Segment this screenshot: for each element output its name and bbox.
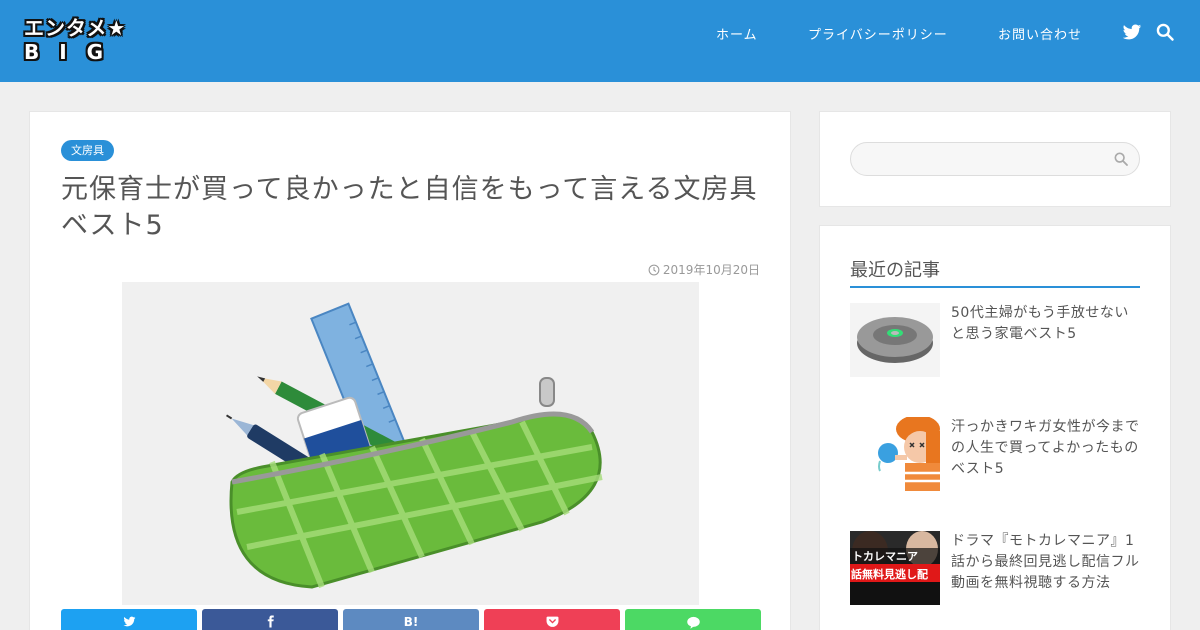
nav-item-contact[interactable]: お問い合わせ [998,24,1082,43]
facebook-icon [267,615,274,628]
pencil-case-illustration [122,282,699,605]
recent-post-item[interactable]: 50代主婦がもう手放せないと思う家電ベスト5 [850,303,1140,383]
search-icon[interactable] [1113,151,1129,167]
recent-post-item[interactable]: トカレマニア 話無料見逃し配 ドラマ『モトカレマニア』1話から最終回見逃し配信フ… [850,531,1140,611]
category-badge[interactable]: 文房具 [61,140,114,161]
eyecatch-image [122,282,699,605]
post-title: 50代主婦がもう手放せないと思う家電ベスト5 [951,305,1129,342]
date-text: 2019年10月20日 [662,263,760,277]
share-buttons: B! [61,609,761,630]
twitter-icon[interactable] [1122,22,1142,42]
article-title: 元保育士が買って良かったと自信をもって言える文房具ベスト5 [61,174,758,241]
clock-icon [648,264,660,275]
recent-posts-title: 最近の記事 [850,256,1140,288]
recent-posts-widget: 最近の記事 50代主婦がもう手放せないと思う家電ベスト5 汗っかきワキガ女性が今… [819,225,1171,630]
post-thumbnail [850,417,940,491]
nav-item-privacy[interactable]: プライバシーポリシー [808,24,948,43]
search-box [850,142,1140,176]
thumb-text-1: トカレマニア [852,550,918,563]
logo-line-1: エンタメ★ [24,16,127,40]
share-facebook-button[interactable] [202,609,338,630]
article-card: 文房具 元保育士が買って良かったと自信をもって言える文房具ベスト5 2019年1… [29,111,791,630]
post-title: ドラマ『モトカレマニア』1話から最終回見逃し配信フル動画を無料視聴する方法 [951,533,1140,591]
post-thumbnail [850,303,940,377]
nav-item-home[interactable]: ホーム [716,24,758,43]
pocket-icon [546,616,558,627]
twitter-icon [123,616,135,627]
search-input[interactable] [865,149,1105,169]
hatena-label: B! [403,615,419,629]
thumb-text-2: 話無料見逃し配 [851,567,928,581]
article-date: 2019年10月20日 [648,261,760,278]
share-pocket-button[interactable] [484,609,620,630]
sweating-woman-illustration [850,417,940,491]
line-icon [686,616,700,629]
share-line-button[interactable] [625,609,761,630]
post-title: 汗っかきワキガ女性が今までの人生で買ってよかったものベスト5 [951,419,1140,477]
header-search-icon[interactable] [1155,22,1175,42]
sidebar-search-widget [819,111,1171,207]
recent-post-item[interactable]: 汗っかきワキガ女性が今までの人生で買ってよかったものベスト5 [850,417,1140,497]
drama-thumbnail: トカレマニア 話無料見逃し配 [850,531,940,605]
post-thumbnail: トカレマニア 話無料見逃し配 [850,531,940,605]
logo-line-2: BIG [24,40,124,64]
site-header: エンタメ★ BIG ホーム プライバシーポリシー お問い合わせ [0,0,1200,82]
share-twitter-button[interactable] [61,609,197,630]
share-hatena-button[interactable]: B! [343,609,479,630]
robot-vacuum-illustration [850,303,940,377]
site-logo[interactable]: エンタメ★ BIG [24,10,125,68]
